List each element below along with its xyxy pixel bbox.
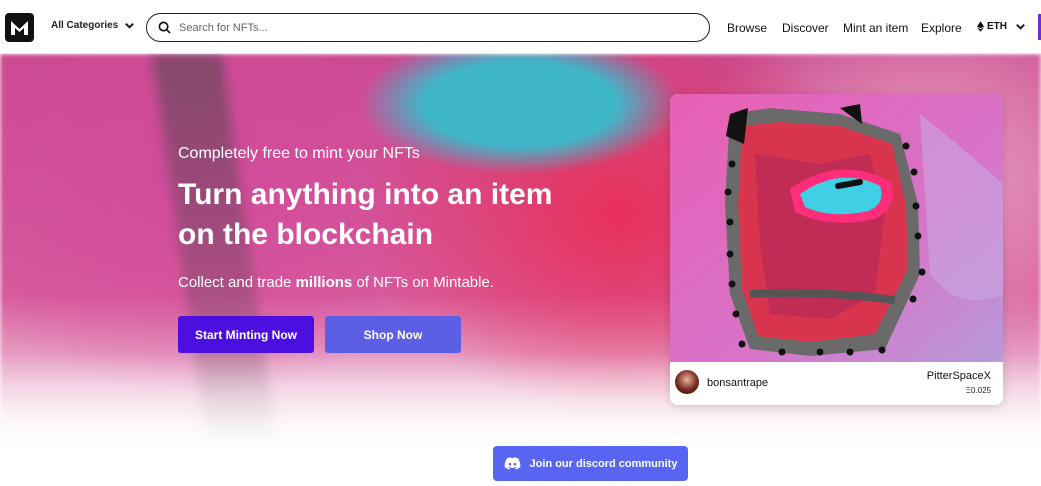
- currency-label: ETH: [987, 21, 1007, 32]
- top-header: All Categories Browse Discover Mint an i…: [0, 0, 1041, 54]
- search-bar[interactable]: [146, 13, 710, 42]
- currency-selector[interactable]: ETH: [977, 21, 1026, 32]
- hero-title: Turn anything into an item on the blockc…: [178, 175, 608, 255]
- mintable-logo-icon[interactable]: [5, 13, 34, 42]
- nav-browse[interactable]: Browse: [727, 21, 767, 35]
- tagline-bold: millions: [295, 274, 353, 291]
- discord-icon: [504, 457, 520, 470]
- tagline-text-end: of NFTs on Mintable.: [352, 274, 494, 291]
- discord-label: Join our discord community: [529, 457, 678, 470]
- creator-avatar[interactable]: [675, 370, 699, 394]
- ethereum-icon: [977, 21, 984, 32]
- search-icon: [158, 21, 171, 34]
- nav-discover[interactable]: Discover: [782, 21, 829, 35]
- featured-nft-card[interactable]: bonsantrape PitterSpaceX Ξ0.025: [670, 94, 1003, 405]
- all-categories-dropdown[interactable]: All Categories: [51, 20, 135, 31]
- hero-subtitle: Completely free to mint your NFTs: [178, 145, 420, 162]
- hero-title-line-2: on the blockchain: [178, 218, 434, 251]
- hero-section: Completely free to mint your NFTs Turn a…: [0, 54, 1041, 486]
- discord-community-button[interactable]: Join our discord community: [493, 446, 688, 481]
- nft-item-name[interactable]: PitterSpaceX: [927, 370, 991, 382]
- creator-name[interactable]: bonsantrape: [707, 377, 768, 389]
- hero-title-line-1: Turn anything into an item: [178, 178, 553, 211]
- shop-now-button[interactable]: Shop Now: [325, 316, 461, 353]
- chevron-down-icon: [1016, 24, 1025, 30]
- categories-label: All Categories: [51, 20, 119, 31]
- hero-tagline: Collect and trade millions of NFTs on Mi…: [178, 274, 494, 291]
- chevron-down-icon: [125, 23, 135, 29]
- start-minting-button[interactable]: Start Minting Now: [178, 316, 314, 353]
- nav-explore[interactable]: Explore: [921, 21, 962, 35]
- nft-artwork[interactable]: [670, 94, 1003, 362]
- tagline-text-start: Collect and trade: [178, 274, 296, 291]
- search-input[interactable]: [177, 20, 701, 35]
- nft-price: Ξ0.025: [965, 386, 991, 395]
- nav-mint-an-item[interactable]: Mint an item: [843, 21, 908, 35]
